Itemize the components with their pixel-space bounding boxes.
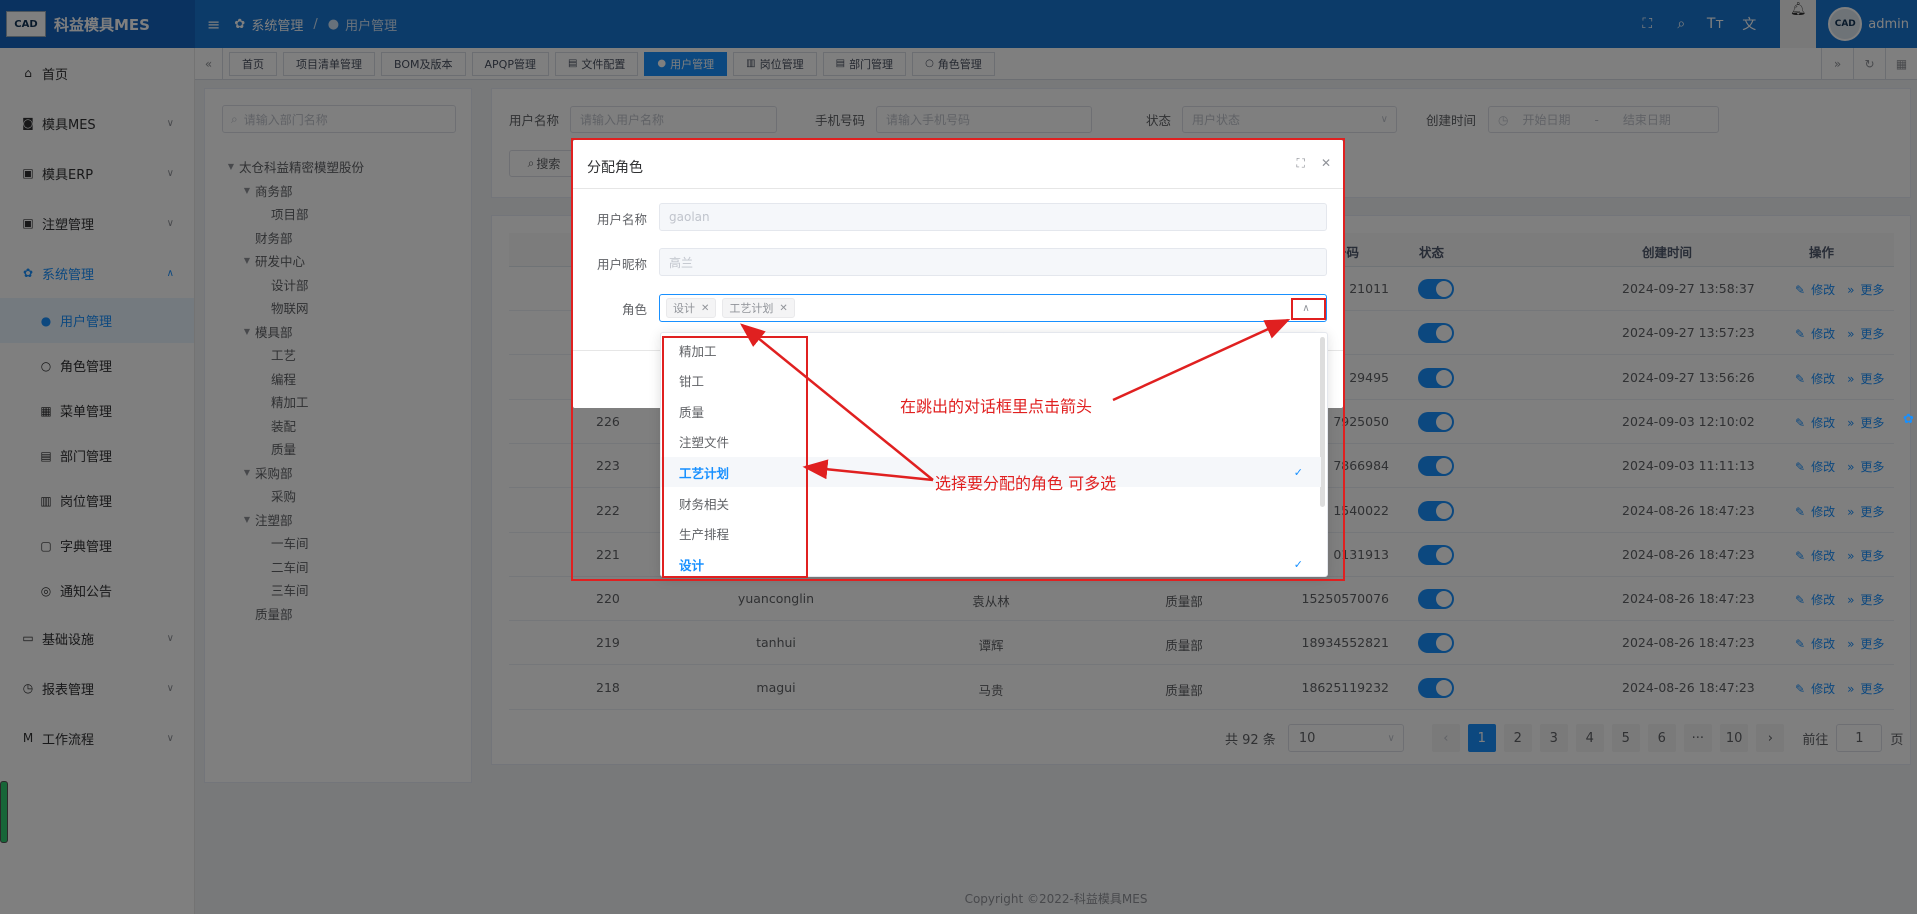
settings-gear-icon[interactable]: ✿ (1903, 412, 1917, 436)
annotation-options-box (662, 336, 808, 578)
annotation-click-arrow: 在跳出的对话框里点击箭头 (900, 397, 1093, 416)
annotation-select-roles: 选择要分配的角色 可多选 (935, 474, 1117, 493)
annotation-arrow-box (1291, 298, 1326, 320)
